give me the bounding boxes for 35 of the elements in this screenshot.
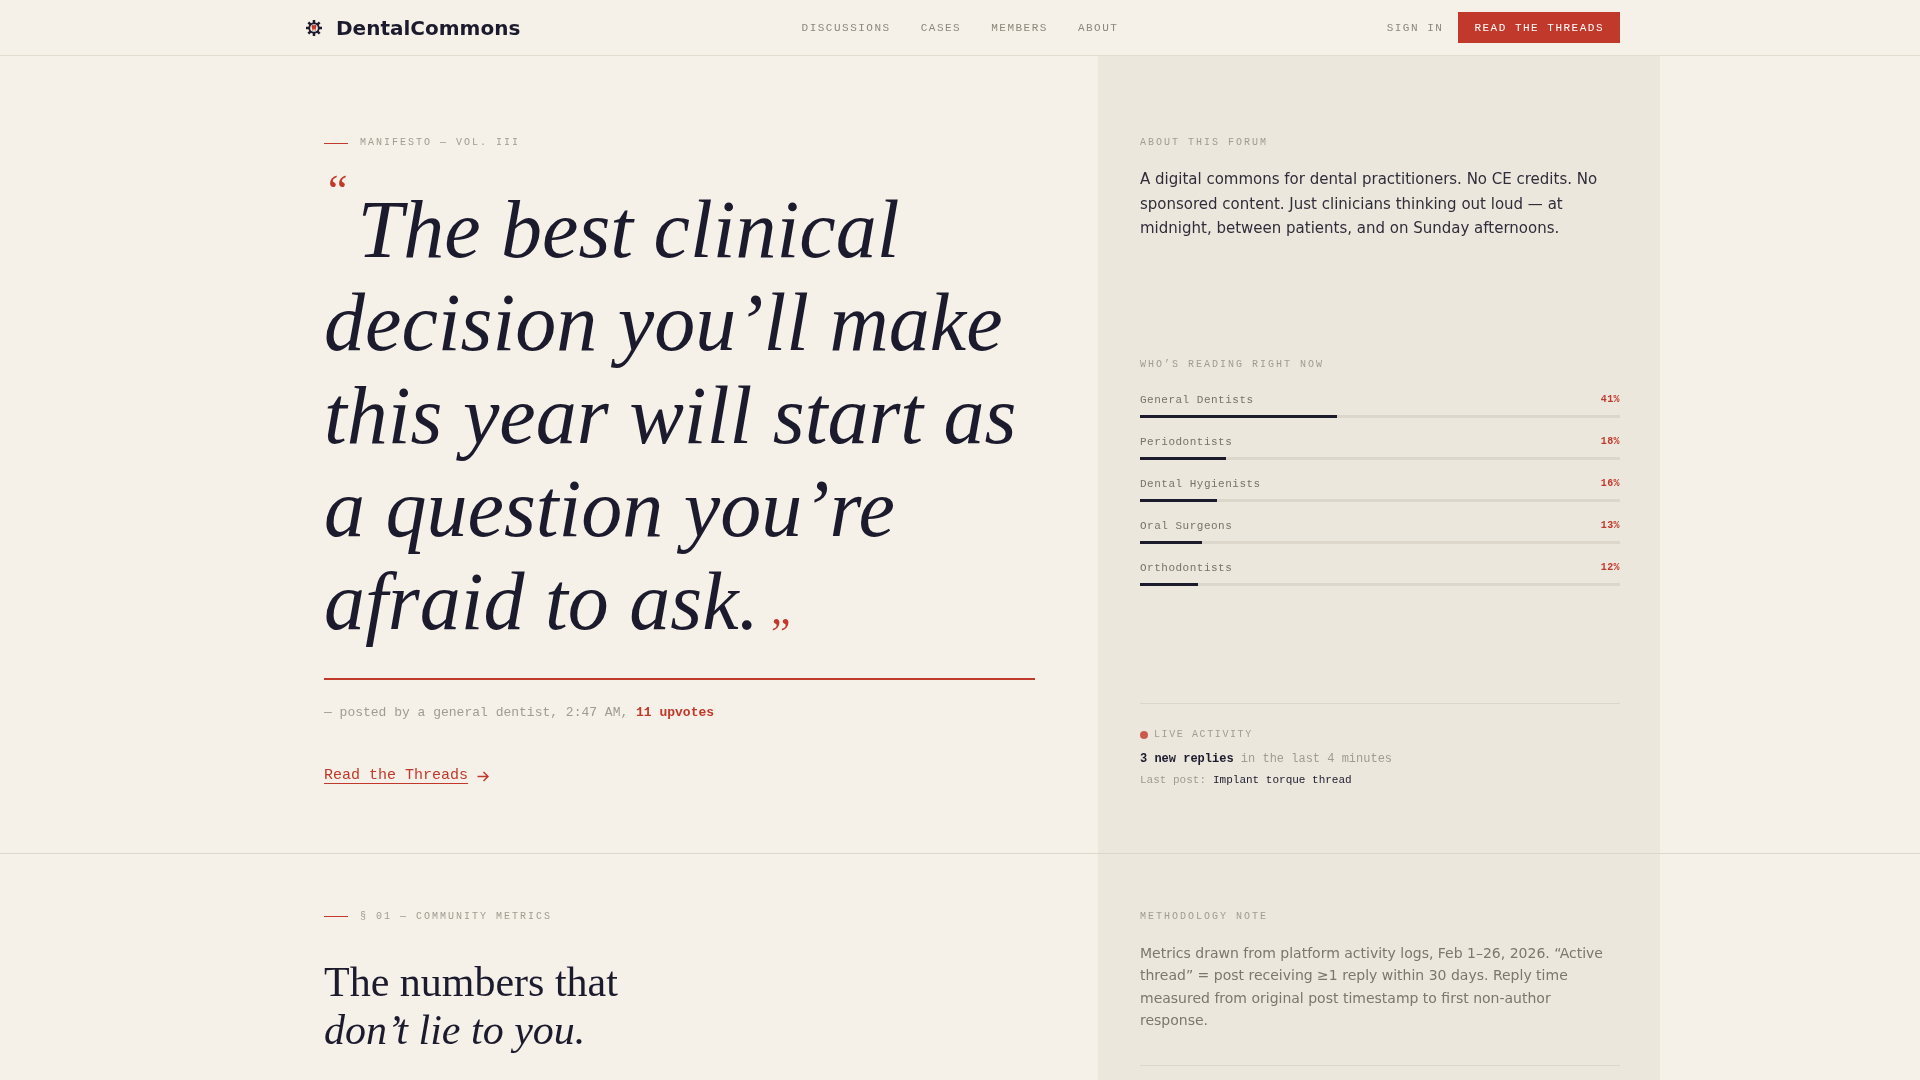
- section-label: WHO’S READING RIGHT NOW: [1140, 357, 1326, 372]
- pull-quote: $^{“}$The best clinical decision you’ll make this year will start as a question you’re afraid to ask.$_{”}$: [324, 169, 1018, 648]
- eyebrow-label: MANIFESTO — VOL. III: [360, 136, 521, 150]
- last-post-label: Last post:: [1140, 772, 1206, 787]
- arrow-right-icon: [477, 770, 490, 782]
- section-label: METHODOLOGY NOTE: [1140, 909, 1269, 924]
- brand-name: DentalCommons: [336, 15, 521, 40]
- nav-link[interactable]: MEMBERS: [991, 21, 1048, 34]
- tooth-gear-icon: [306, 19, 322, 36]
- live-dot-icon: [1140, 730, 1148, 739]
- reader-group-label: Periodontists: [1140, 435, 1233, 448]
- quote-byline: — posted by a general dentist, 2:47 AM, 11 upvotes: [324, 706, 716, 720]
- section-heading: The numbers that don’t lie to you.: [324, 957, 618, 1054]
- reader-group-label: Oral Surgeons: [1140, 519, 1233, 532]
- activity-summary: 3 new replies in the last 4 minutes: [1140, 750, 1393, 767]
- last-post-title: Implant torque thread: [1213, 772, 1352, 787]
- reader-share-percent: 41%: [1600, 394, 1620, 405]
- reader-share-percent: 16%: [1600, 478, 1620, 489]
- reader-group-label: Orthodontists: [1140, 561, 1233, 574]
- nav-link[interactable]: ABOUT: [1077, 21, 1119, 34]
- reader-share-percent: 12%: [1600, 562, 1620, 573]
- nav-link[interactable]: CASES: [920, 21, 962, 34]
- reader-share-percent: 13%: [1600, 520, 1620, 531]
- nav-link[interactable]: DISCUSSIONS: [801, 21, 891, 34]
- reader-group-label: General Dentists: [1140, 393, 1254, 406]
- sign-in-link[interactable]: SIGN IN: [1386, 21, 1444, 34]
- read-threads-button[interactable]: READ THE THREADS: [1458, 12, 1620, 43]
- methodology-text: Metrics drawn from platform activity logs, Feb 1–26, 2026. “Active thread” = post receiving ≥1 reply within 30 days. Reply time measured from original post timestamp to first non-author response.: [1140, 943, 1604, 1030]
- read-threads-link[interactable]: Read the Threads: [324, 768, 490, 784]
- reader-group-label: Dental Hygienists: [1140, 477, 1261, 490]
- eyebrow-label: § 01 — COMMUNITY METRICS: [360, 909, 553, 924]
- section-label: ABOUT THIS FORUM: [1140, 136, 1269, 150]
- reader-share-percent: 18%: [1600, 436, 1620, 447]
- section-label: LIVE ACTIVITY: [1154, 727, 1253, 742]
- about-text: A digital commons for dental practitioners. No CE credits. No sponsored content. Just clinicians thinking out loud — at midnight, between patients, and on Sunday afternoons.: [1140, 169, 1599, 239]
